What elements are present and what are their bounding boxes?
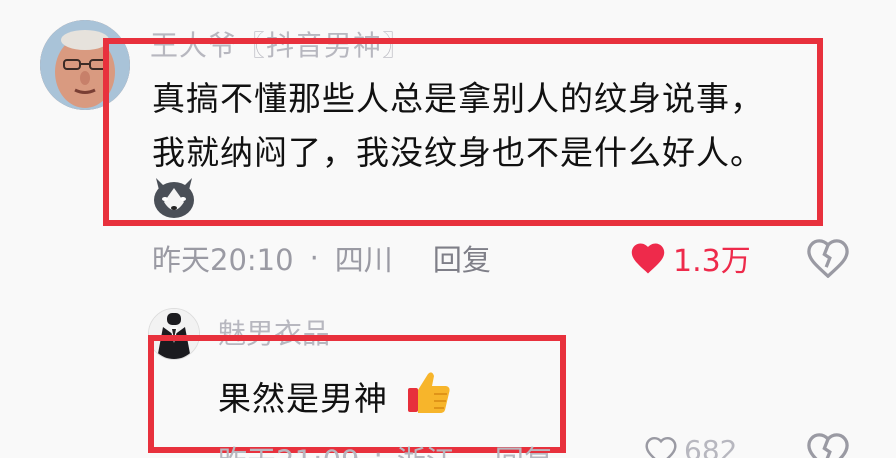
like-button[interactable]: 1.3万 bbox=[629, 236, 751, 280]
comment-meta: 昨天20:10 · 四川 回复 bbox=[152, 236, 491, 280]
reply-text: 果然是男神 bbox=[218, 379, 388, 418]
comment-text-line: 我就纳闷了，我没纹身也不是什么好人。 bbox=[152, 133, 764, 172]
husky-dog-emoji-icon bbox=[150, 174, 198, 220]
comment-text: 真搞不懂那些人总是拿别人的纹身说事， 我就纳闷了，我没纹身也不是什么好人。 bbox=[152, 72, 812, 180]
reply-time: 昨天21:09 bbox=[218, 438, 360, 458]
broken-heart-icon bbox=[807, 433, 849, 458]
reply-reply-button[interactable]: 回复 bbox=[495, 438, 553, 458]
like-count: 1.3万 bbox=[673, 244, 751, 279]
comment-time: 昨天20:10 bbox=[152, 243, 294, 277]
comment-location: 四川 bbox=[334, 243, 393, 277]
heart-outline-icon bbox=[645, 436, 677, 458]
reply-dislike-button[interactable] bbox=[806, 432, 850, 458]
thumbs-up-emoji-icon bbox=[404, 368, 454, 416]
broken-heart-icon bbox=[807, 239, 849, 279]
meta-separator: · bbox=[373, 438, 383, 458]
heart-filled-icon bbox=[631, 243, 665, 274]
reply-button[interactable]: 回复 bbox=[433, 237, 491, 279]
meta-separator: · bbox=[309, 241, 319, 275]
dislike-button[interactable] bbox=[806, 238, 850, 279]
reply-location: 浙江 bbox=[397, 438, 455, 458]
reply-like-count: 682 bbox=[684, 434, 738, 458]
reply-meta: 昨天21:09 · 浙江 回复 bbox=[218, 438, 553, 458]
comment-text-line: 真搞不懂那些人总是拿别人的纹身说事， bbox=[152, 79, 764, 118]
reply-like-button[interactable]: 682 bbox=[644, 434, 737, 458]
